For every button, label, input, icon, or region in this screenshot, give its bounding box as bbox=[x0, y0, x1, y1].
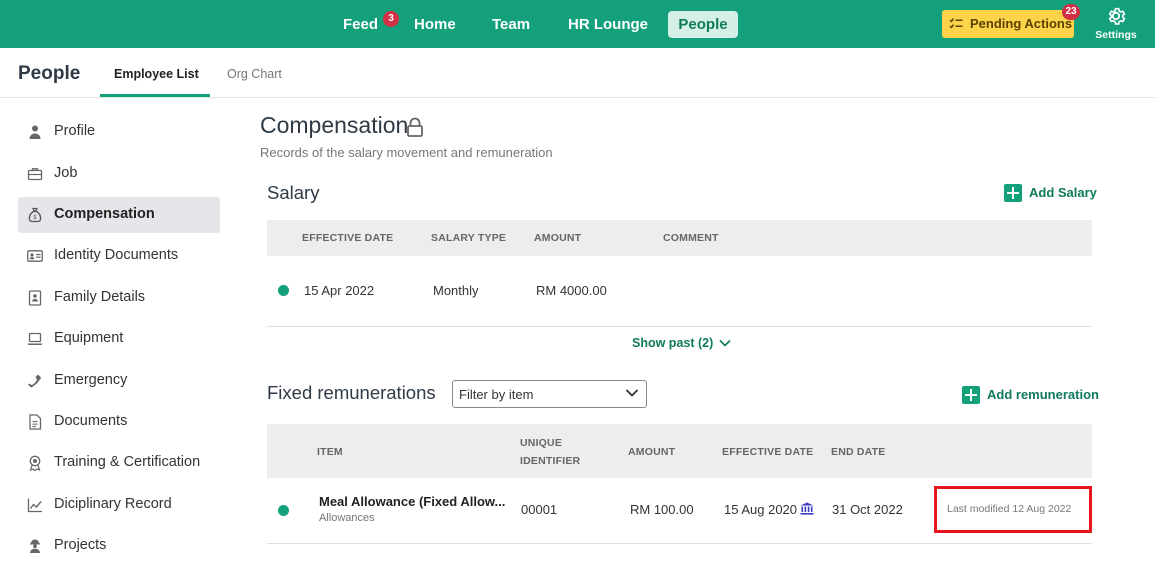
column-header-item: ITEM bbox=[317, 446, 343, 458]
active-status-dot bbox=[278, 285, 289, 296]
sidebar-item-label: Identity Documents bbox=[54, 247, 179, 263]
checklist-icon bbox=[949, 18, 963, 29]
sidebar-item-identity-documents[interactable]: Identity Documents bbox=[18, 238, 220, 274]
page-subtitle: Records of the salary movement and remun… bbox=[260, 145, 553, 160]
sidebar-item-label: Diciplinary Record bbox=[54, 496, 172, 512]
section-title: People bbox=[18, 63, 81, 84]
column-header-end-date: END DATE bbox=[831, 446, 886, 458]
settings-button[interactable]: Settings bbox=[1094, 4, 1138, 44]
worker-icon bbox=[30, 539, 40, 553]
sub-header: People Employee List Org Chart bbox=[0, 48, 1155, 98]
money-bag-icon: $ bbox=[28, 207, 42, 223]
remuneration-item-category: Allowances bbox=[319, 512, 375, 524]
last-modified-highlight: Last modified 12 Aug 2022 bbox=[934, 486, 1092, 533]
active-tab-indicator bbox=[100, 94, 210, 97]
sidebar-item-label: Equipment bbox=[54, 330, 124, 346]
nav-feed[interactable]: Feed bbox=[343, 11, 378, 38]
nav-hr-lounge[interactable]: HR Lounge bbox=[568, 11, 648, 38]
remunerations-section-title: Fixed remunerations bbox=[267, 382, 436, 403]
bank-icon[interactable] bbox=[800, 502, 814, 515]
salary-amount: RM 4000.00 bbox=[536, 283, 607, 298]
add-remuneration-label: Add remuneration bbox=[987, 387, 1099, 402]
sidebar-item-label: Profile bbox=[54, 123, 96, 139]
phone-icon bbox=[28, 374, 41, 388]
salary-table-header: EFFECTIVE DATE SALARY TYPE AMOUNT COMMEN… bbox=[267, 220, 1092, 256]
add-remuneration-button[interactable]: Add remuneration bbox=[962, 386, 1099, 404]
sidebar-item-compensation[interactable]: $ Compensation bbox=[18, 197, 220, 233]
page-title: Compensation bbox=[260, 112, 409, 138]
column-header-unique-identifier-line1: UNIQUE bbox=[520, 437, 563, 449]
plus-icon bbox=[1004, 184, 1022, 202]
remuneration-end-date: 31 Oct 2022 bbox=[832, 502, 903, 517]
nav-home[interactable]: Home bbox=[414, 11, 456, 38]
contact-card-icon bbox=[28, 290, 42, 306]
sidebar-item-label: Compensation bbox=[54, 206, 155, 222]
add-salary-label: Add Salary bbox=[1029, 185, 1097, 200]
award-icon bbox=[29, 455, 41, 471]
remuneration-unique-id: 00001 bbox=[521, 502, 558, 517]
remunerations-table-header: ITEM UNIQUE IDENTIFIER AMOUNT EFFECTIVE … bbox=[267, 424, 1092, 478]
column-header-amount: AMOUNT bbox=[534, 232, 582, 244]
lock-icon bbox=[407, 117, 423, 137]
last-modified-text: Last modified 12 Aug 2022 bbox=[947, 503, 1072, 515]
sidebar-item-projects[interactable]: Projects bbox=[18, 528, 220, 564]
sidebar-item-label: Emergency bbox=[54, 372, 128, 388]
sidebar-item-profile[interactable]: Profile bbox=[18, 114, 220, 150]
filter-select-value: Filter by item bbox=[459, 387, 534, 402]
row-divider bbox=[267, 326, 1092, 327]
salary-section-title: Salary bbox=[267, 182, 320, 203]
feed-notification-badge: 3 bbox=[383, 11, 399, 27]
laptop-icon bbox=[27, 332, 43, 345]
remuneration-amount: RM 100.00 bbox=[630, 502, 694, 517]
column-header-unique-identifier-line2: IDENTIFIER bbox=[520, 455, 581, 467]
column-header-comment: COMMENT bbox=[663, 232, 719, 244]
briefcase-icon bbox=[27, 168, 43, 181]
settings-label: Settings bbox=[1095, 29, 1137, 41]
column-header-effective-date: EFFECTIVE DATE bbox=[722, 446, 814, 458]
filter-by-item-select[interactable]: Filter by item bbox=[452, 380, 647, 408]
show-past-button[interactable]: Show past (2) bbox=[632, 336, 731, 350]
salary-type: Monthly bbox=[433, 283, 479, 298]
sidebar-item-label: Projects bbox=[54, 537, 107, 553]
sidebar-item-label: Documents bbox=[54, 413, 128, 429]
row-divider bbox=[267, 543, 1092, 544]
chevron-down-icon bbox=[719, 339, 731, 347]
chart-line-icon bbox=[27, 498, 42, 513]
remuneration-effective-date: 15 Aug 2020 bbox=[724, 502, 798, 517]
sidebar-item-diciplinary-record[interactable]: Diciplinary Record bbox=[18, 487, 220, 523]
show-past-label: Show past (2) bbox=[632, 336, 714, 350]
column-header-amount: AMOUNT bbox=[628, 446, 676, 458]
salary-effective-date: 15 Apr 2022 bbox=[304, 283, 375, 298]
sidebar-item-documents[interactable]: Documents bbox=[18, 404, 220, 440]
person-icon bbox=[29, 125, 41, 139]
remuneration-item-name[interactable]: Meal Allowance (Fixed Allow... bbox=[319, 494, 505, 509]
gear-icon bbox=[1108, 7, 1126, 25]
sidebar-item-training-certification[interactable]: Training & Certification bbox=[18, 445, 220, 481]
active-status-dot bbox=[278, 505, 289, 516]
sidebar-item-emergency[interactable]: Emergency bbox=[18, 363, 220, 399]
sidebar-item-label: Training & Certification bbox=[54, 454, 201, 470]
nav-team[interactable]: Team bbox=[492, 11, 530, 38]
pending-actions-label: Pending Actions bbox=[970, 16, 1073, 31]
top-navigation-bar: Feed 3 Home Team HR Lounge People Pendin… bbox=[0, 0, 1155, 48]
sidebar-item-label: Family Details bbox=[54, 289, 146, 305]
svg-text:$: $ bbox=[33, 214, 37, 221]
sidebar-item-label: Job bbox=[54, 165, 78, 181]
column-header-salary-type: SALARY TYPE bbox=[431, 232, 507, 244]
sidebar-item-equipment[interactable]: Equipment bbox=[18, 321, 220, 357]
tab-org-chart[interactable]: Org Chart bbox=[227, 67, 282, 81]
nav-people[interactable]: People bbox=[668, 11, 738, 38]
sidebar-item-job[interactable]: Job bbox=[18, 156, 220, 192]
document-icon bbox=[29, 414, 42, 430]
tab-employee-list[interactable]: Employee List bbox=[114, 67, 199, 81]
add-salary-button[interactable]: Add Salary bbox=[1004, 184, 1097, 202]
chevron-down-icon bbox=[625, 389, 639, 397]
sidebar-item-family-details[interactable]: Family Details bbox=[18, 280, 220, 316]
pending-actions-button[interactable]: Pending Actions bbox=[942, 10, 1074, 38]
column-header-effective-date: EFFECTIVE DATE bbox=[302, 232, 394, 244]
id-card-icon bbox=[27, 250, 43, 262]
pending-actions-badge: 23 bbox=[1062, 4, 1080, 20]
plus-icon bbox=[962, 386, 980, 404]
